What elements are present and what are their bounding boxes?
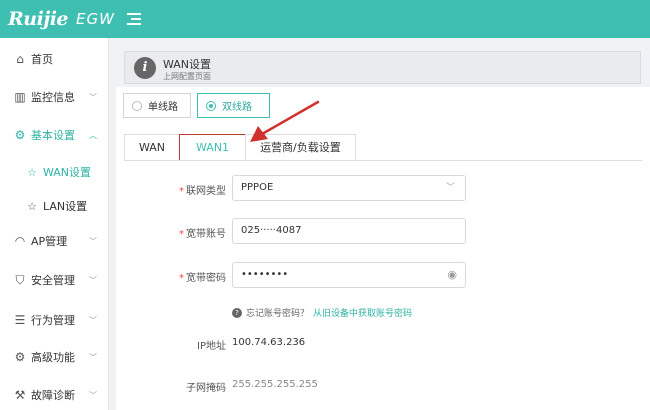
conn-type-select[interactable]: PPPOE ﹀ — [232, 175, 466, 201]
sidebar-item-behavior[interactable]: ☰ 行为管理 ﹀ — [0, 305, 109, 335]
menu-toggle-icon[interactable] — [126, 13, 141, 25]
conn-type-label: * 联网类型 — [179, 186, 226, 197]
gear-icon: ⚙ — [14, 128, 26, 142]
shield-icon: ⛉ — [15, 272, 25, 287]
account-label: * 宽带账号 — [179, 229, 226, 240]
chevron-up-icon: ︿ — [89, 130, 97, 140]
wan-tabs: WAN WAN1 运营商/负载设置 — [124, 134, 356, 161]
chevron-down-icon: ﹀ — [89, 352, 97, 362]
account-value: 025·····4087 — [241, 225, 302, 236]
sliders-icon: ☰ — [14, 313, 26, 327]
star-icon: ☆ — [27, 165, 37, 179]
wrench-icon: ⚒ — [14, 388, 26, 402]
dual-line-label: 双线路 — [222, 102, 252, 113]
star-icon: ☆ — [27, 199, 37, 213]
sidebar-item-label: 首页 — [31, 53, 53, 66]
ip-label: IP地址 — [197, 341, 226, 352]
page-title: WAN设置 — [163, 58, 212, 71]
monitor-icon: ▥ — [14, 90, 26, 104]
page-header: i WAN设置 上网配置页面 — [124, 51, 641, 84]
page-subtitle: 上网配置页面 — [163, 72, 211, 81]
mask-value: 255.255.255.255 — [232, 379, 318, 390]
info-icon: i — [134, 57, 156, 79]
get-credentials-link[interactable]: 从旧设备中获取账号密码 — [313, 306, 412, 319]
question-icon: ? — [232, 307, 242, 318]
sidebar-item-monitor[interactable]: ▥ 监控信息 ﹀ — [0, 82, 109, 112]
conn-type-value: PPPOE — [241, 182, 274, 193]
password-label: * 宽带密码 — [179, 273, 226, 284]
password-hint: ? 忘记账号密码？ 从旧设备中获取账号密码 — [232, 306, 412, 319]
sidebar-item-basic-settings[interactable]: ⚙ 基本设置 ︿ — [0, 120, 109, 150]
eye-icon[interactable]: ◉ — [447, 263, 457, 287]
sidebar-item-label: 监控信息 — [31, 91, 75, 104]
dual-line-radio[interactable]: 双线路 — [197, 93, 270, 118]
chevron-down-icon: ﹀ — [445, 183, 455, 193]
sidebar-item-ap-management[interactable]: ◠ AP管理 ﹀ — [0, 226, 109, 256]
password-input[interactable]: •••••••• ◉ — [232, 262, 466, 288]
sidebar-item-label: 高级功能 — [31, 351, 75, 364]
sidebar-item-label: 行为管理 — [31, 314, 75, 327]
single-line-radio[interactable]: 单线路 — [123, 93, 191, 118]
radio-circle-icon — [132, 100, 142, 111]
tab-isp-load[interactable]: 运营商/负载设置 — [245, 134, 356, 161]
settings-icon: ⚙ — [14, 350, 26, 364]
main-content: WAN WAN1 运营商/负载设置 * 联网类型 PPPOE ﹀ * 宽带账号 02… — [116, 125, 650, 410]
top-bar: Ruijie EGW — [0, 0, 650, 38]
radio-circle-icon — [206, 100, 216, 111]
sidebar-item-security[interactable]: ⛉ 安全管理 ﹀ — [0, 265, 109, 295]
sidebar-item-wan-settings[interactable]: ☆ WAN设置 — [0, 157, 109, 187]
sidebar-item-label: 基本设置 — [31, 129, 75, 142]
wifi-icon: ◠ — [14, 234, 26, 248]
sidebar: ⌂ 首页 ▥ 监控信息 ﹀ ⚙ 基本设置 ︿ ☆ WAN设置 ☆ LAN设置 ◠… — [0, 38, 109, 410]
chevron-down-icon: ﹀ — [89, 390, 97, 400]
single-line-label: 单线路 — [148, 102, 178, 113]
sidebar-item-label: WAN设置 — [43, 166, 92, 179]
sidebar-item-lan-settings[interactable]: ☆ LAN设置 — [0, 191, 109, 221]
sidebar-item-home[interactable]: ⌂ 首页 — [0, 44, 109, 74]
home-icon: ⌂ — [16, 52, 24, 66]
sidebar-item-label: 安全管理 — [31, 274, 75, 287]
tab-wan1[interactable]: WAN1 — [179, 134, 247, 161]
password-value: •••••••• — [241, 269, 289, 280]
sidebar-item-label: LAN设置 — [43, 200, 88, 213]
tab-divider — [124, 160, 642, 161]
mask-label: 子网掩码 — [186, 383, 226, 394]
product-name: EGW — [76, 10, 115, 28]
sidebar-item-diagnostics[interactable]: ⚒ 故障诊断 ﹀ — [0, 380, 109, 410]
chevron-down-icon: ﹀ — [89, 92, 97, 102]
ip-value: 100.74.63.236 — [232, 337, 306, 348]
sidebar-item-advanced[interactable]: ⚙ 高级功能 ﹀ — [0, 342, 109, 372]
tab-wan[interactable]: WAN — [124, 134, 181, 161]
sidebar-item-label: AP管理 — [31, 235, 68, 248]
account-input[interactable]: 025·····4087 — [232, 218, 466, 244]
chevron-down-icon: ﹀ — [89, 275, 97, 285]
chevron-down-icon: ﹀ — [89, 236, 97, 246]
brand-logo: Ruijie — [8, 8, 69, 30]
line-mode-group: 单线路 双线路 — [116, 87, 650, 125]
chevron-down-icon: ﹀ — [89, 315, 97, 325]
sidebar-item-label: 故障诊断 — [31, 389, 75, 402]
hint-text: 忘记账号密码？ — [246, 309, 310, 319]
